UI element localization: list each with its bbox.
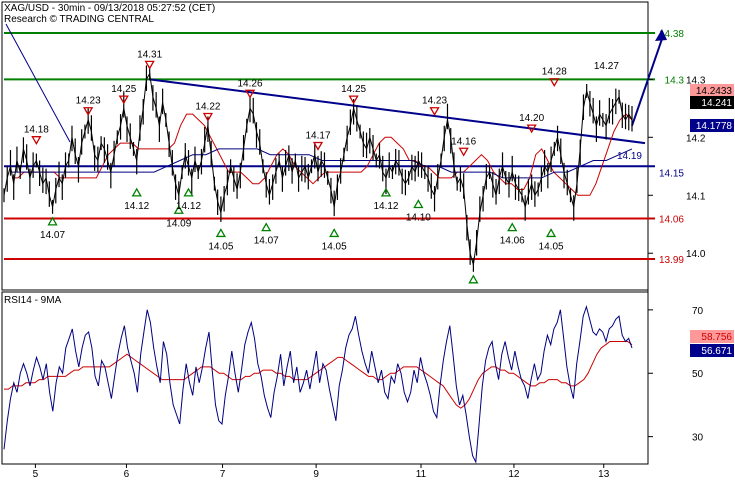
price-y-tick-label: 14.2 (686, 133, 706, 144)
rsi-title: RSI14 - 9MA (4, 295, 62, 306)
swing-high-label: 14.25 (341, 84, 366, 95)
price-tag-label: 14.1778 (696, 121, 733, 132)
x-tick-label: 7 (220, 469, 226, 480)
swing-low-label: 14.12 (124, 201, 149, 212)
swing-high-label: 14.20 (519, 113, 544, 124)
rsi-value-tag-label: 58.756 (701, 332, 732, 343)
swing-high-label: 14.17 (305, 130, 330, 141)
x-tick-label: 5 (33, 469, 39, 480)
swing-high-label: 14.22 (195, 102, 220, 113)
price-tag-label: 14.241 (701, 98, 732, 109)
swing-low-label: 14.06 (500, 236, 525, 247)
swing-low-label: 14.07 (254, 236, 279, 247)
x-tick-label: 9 (313, 469, 319, 480)
x-tick-label: 13 (598, 469, 610, 480)
swing-high-label: 14.16 (451, 136, 476, 147)
rsi-value-tag-label: 56.671 (701, 346, 732, 357)
price-tag-label: 14.2433 (696, 86, 733, 97)
swing-high-label: 14.18 (24, 125, 49, 136)
rsi-y-tick-label: 30 (692, 433, 704, 444)
swing-high-label: 14.23 (422, 96, 447, 107)
chart-svg: XAG/USD - 30min - 09/13/2018 05:27:52 (C… (1, 1, 734, 480)
chart-subtitle: Research © TRADING CENTRAL (4, 14, 154, 25)
support-label-2: 13.99 (659, 255, 684, 266)
swing-high-label: 14.31 (137, 49, 162, 60)
price-y-tick-label: 14.0 (686, 249, 706, 260)
support-label-1: 14.06 (659, 214, 684, 225)
x-tick-label: 12 (508, 469, 520, 480)
pivot-label: 14.15 (659, 168, 684, 179)
swing-low-label: 14.05 (539, 241, 564, 252)
swing-low-label: 14.09 (166, 218, 191, 229)
swing-high-label: 14.26 (238, 78, 263, 89)
x-tick-label: 6 (124, 469, 130, 480)
trendline-label: 14.19 (617, 151, 642, 162)
swing-low-label: 14.12 (373, 201, 398, 212)
swing-high-label: 14.25 (111, 84, 136, 95)
swing-low-label: 14.07 (40, 230, 65, 241)
price-y-tick-label: 14.1 (686, 191, 706, 202)
swing-high-label: 14.28 (542, 67, 567, 78)
price-annotation: 14.27 (594, 61, 619, 72)
rsi-y-tick-label: 70 (692, 306, 704, 317)
x-tick-label: 11 (416, 469, 427, 480)
resistance-label-2: 14.3 (665, 75, 685, 86)
swing-low-label: 14.12 (176, 201, 201, 212)
chart-title: XAG/USD - 30min - 09/13/2018 05:27:52 (C… (4, 3, 215, 14)
swing-low-label: 14.05 (208, 241, 233, 252)
swing-high-label: 14.23 (76, 96, 101, 107)
swing-low-label: 14.10 (406, 212, 431, 223)
swing-low-label: 14.05 (322, 241, 347, 252)
rsi-y-tick-label: 50 (692, 369, 704, 380)
